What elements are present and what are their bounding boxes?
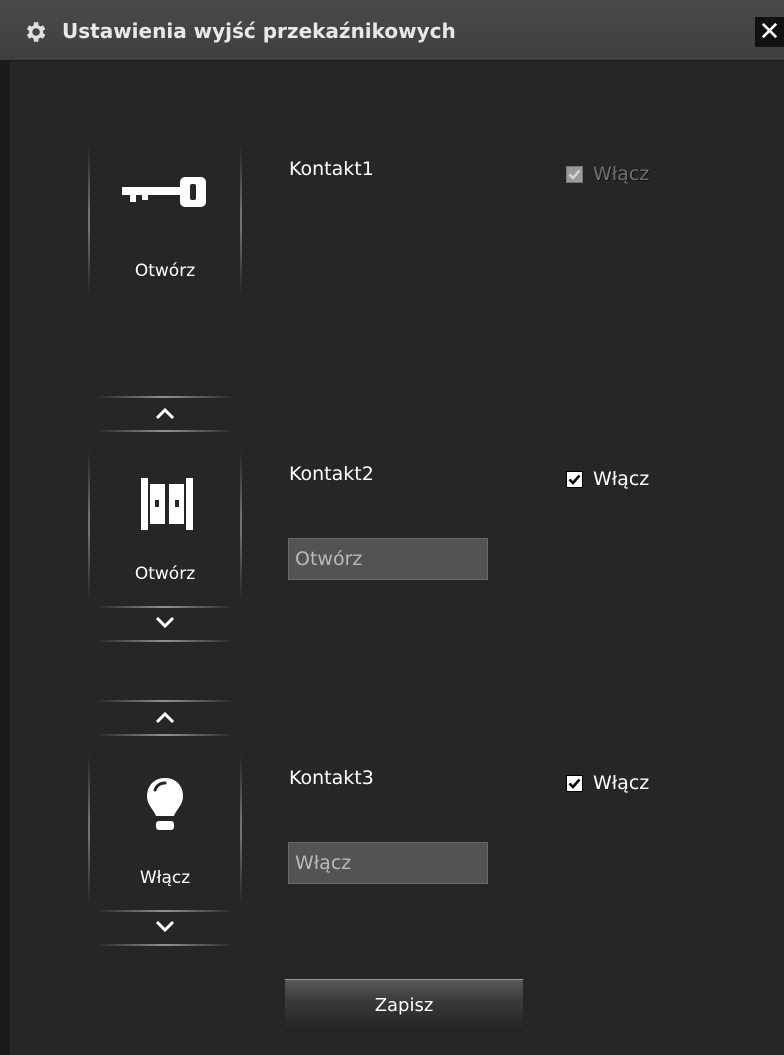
close-icon: ✕ <box>758 17 781 47</box>
save-button[interactable]: Zapisz <box>285 979 523 1032</box>
contact2-action-tile[interactable]: Otwórz <box>88 450 242 600</box>
window-title: Ustawienia wyjść przekaźnikowych <box>62 19 456 43</box>
contact3-move-up-button[interactable] <box>95 700 235 736</box>
contact3-action-field[interactable]: Włącz <box>288 842 488 884</box>
contact1-enable-checkbox: Włącz <box>566 163 649 185</box>
checkbox-box[interactable] <box>566 774 583 792</box>
close-button[interactable]: ✕ <box>755 17 784 47</box>
button-rule <box>95 734 235 736</box>
key-icon <box>88 175 242 209</box>
checkmark-icon <box>568 169 581 180</box>
button-rule <box>95 910 235 912</box>
checkbox-box <box>566 165 583 183</box>
contact3-enable-label: Włącz <box>593 772 650 794</box>
lightbulb-icon <box>88 776 242 834</box>
button-rule <box>95 396 235 398</box>
contact3-label: Kontakt3 <box>289 767 374 789</box>
title-bar: Ustawienia wyjść przekaźnikowych ✕ <box>0 0 784 61</box>
contact2-action-field[interactable]: Otwórz <box>288 538 488 580</box>
checkmark-icon <box>568 778 581 789</box>
window-edge <box>0 60 10 1055</box>
checkmark-icon <box>568 474 581 485</box>
button-rule <box>95 606 235 608</box>
contact1-action-caption: Otwórz <box>134 261 196 281</box>
checkbox-box[interactable] <box>566 470 583 488</box>
contact1-label: Kontakt1 <box>289 158 374 180</box>
contact3-enable-checkbox[interactable]: Włącz <box>566 772 649 794</box>
button-rule <box>95 430 235 432</box>
contact2-enable-checkbox[interactable]: Włącz <box>566 468 649 490</box>
contact2-enable-label: Włącz <box>593 468 650 490</box>
button-rule <box>95 640 235 642</box>
contact2-move-down-button[interactable] <box>95 606 235 642</box>
button-rule <box>95 700 235 702</box>
chevron-down-icon <box>155 920 175 933</box>
contact3-action-tile[interactable]: Włącz <box>88 754 242 904</box>
contact3-action-caption: Włącz <box>139 868 191 888</box>
chevron-up-icon <box>155 711 175 724</box>
door-icon <box>88 476 242 532</box>
contact2-label: Kontakt2 <box>289 463 374 485</box>
contact1-enable-label: Włącz <box>593 163 650 185</box>
contact3-move-down-button[interactable] <box>95 910 235 946</box>
button-rule <box>95 944 235 946</box>
gear-icon <box>26 22 46 42</box>
chevron-up-icon <box>155 407 175 420</box>
chevron-down-icon <box>155 616 175 629</box>
contact2-action-caption: Otwórz <box>134 564 196 584</box>
contact1-action-tile[interactable]: Otwórz <box>88 145 242 295</box>
contact2-move-up-button[interactable] <box>95 396 235 432</box>
